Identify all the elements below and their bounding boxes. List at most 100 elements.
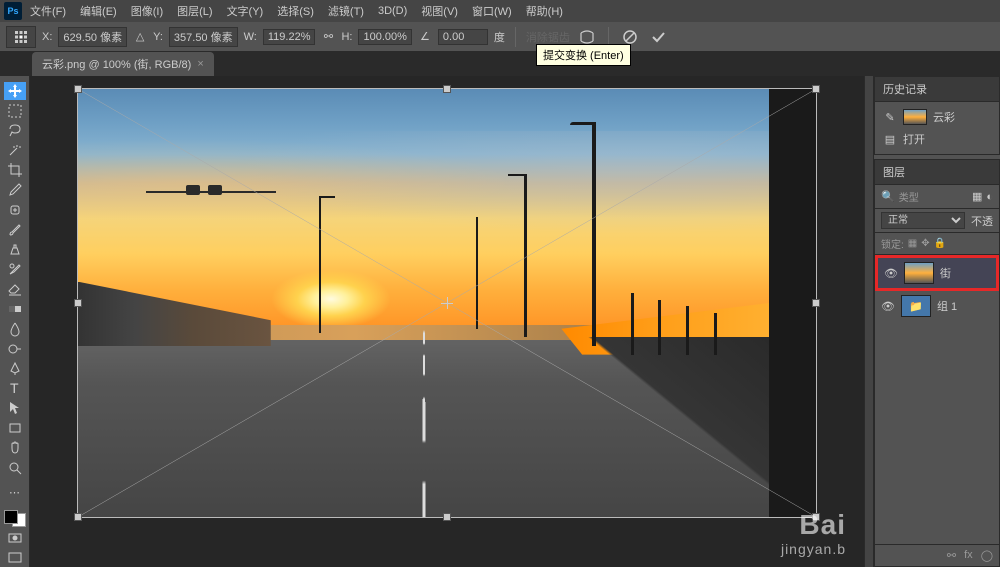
visibility-icon[interactable]: 👁: [881, 300, 895, 313]
menu-layer[interactable]: 图层(L): [171, 1, 218, 21]
blend-mode-select[interactable]: 正常: [881, 212, 965, 229]
history-thumbnail: [903, 109, 927, 125]
angle-value[interactable]: 0.00: [438, 29, 488, 45]
lock-all-icon[interactable]: 🔒: [934, 238, 946, 249]
path-selection-tool[interactable]: [4, 399, 26, 417]
layers-panel-header[interactable]: 图层: [875, 160, 999, 185]
history-label: 打开: [903, 131, 925, 147]
layer-thumbnail[interactable]: [904, 262, 934, 284]
x-label: X:: [42, 31, 52, 43]
canvas-area[interactable]: Bai jingyan.b: [30, 76, 864, 567]
foreground-color[interactable]: [4, 510, 18, 524]
layer-name[interactable]: 街: [940, 265, 951, 281]
menu-help[interactable]: 帮助(H): [520, 1, 569, 21]
triangle-icon[interactable]: △: [133, 30, 147, 44]
layer-kind-label: 类型: [899, 189, 919, 204]
layer-fx-icon[interactable]: fx: [964, 549, 973, 562]
filter-icon[interactable]: 🔍: [881, 190, 895, 203]
app-icon: Ps: [4, 2, 22, 20]
group-icon[interactable]: 📁: [901, 295, 931, 317]
visibility-icon[interactable]: 👁: [884, 267, 898, 280]
menu-file[interactable]: 文件(F): [24, 1, 72, 21]
eyedropper-tool[interactable]: [4, 181, 26, 199]
brush-icon: ✎: [883, 110, 897, 124]
layer-list: 👁 街 👁 📁 组 1: [875, 255, 999, 544]
menu-filter[interactable]: 滤镜(T): [322, 1, 370, 21]
lock-row: 锁定: ▦ ✥ 🔒: [875, 233, 999, 255]
history-brush-tool[interactable]: [4, 260, 26, 278]
menu-edit[interactable]: 编辑(E): [74, 1, 123, 21]
color-swatches[interactable]: [4, 510, 26, 528]
eraser-tool[interactable]: [4, 280, 26, 298]
blend-mode-row: 正常 不透: [875, 209, 999, 233]
watermark: Bai jingyan.b: [781, 509, 846, 557]
svg-text:T: T: [10, 380, 19, 396]
menu-window[interactable]: 窗口(W): [466, 1, 518, 21]
document-tab[interactable]: 云彩.png @ 100% (街, RGB/8) ×: [32, 52, 214, 76]
y-label: Y:: [153, 31, 163, 43]
rectangle-tool[interactable]: [4, 419, 26, 437]
lasso-tool[interactable]: [4, 122, 26, 140]
dodge-tool[interactable]: [4, 340, 26, 358]
crop-tool[interactable]: [4, 161, 26, 179]
canvas-image: [77, 88, 769, 518]
menubar: Ps 文件(F) 编辑(E) 图像(I) 图层(L) 文字(Y) 选择(S) 滤…: [0, 0, 1000, 22]
layers-footer: ⚯ fx ◯: [875, 544, 999, 566]
menu-image[interactable]: 图像(I): [125, 1, 169, 21]
menu-3d[interactable]: 3D(D): [372, 3, 413, 19]
screen-mode[interactable]: [4, 549, 26, 567]
filter-image-icon[interactable]: ▦: [972, 190, 982, 203]
options-bar: X: 629.50 像素 △ Y: 357.50 像素 W: 119.22% ⚯…: [0, 22, 1000, 52]
link-layers-icon[interactable]: ⚯: [947, 549, 956, 562]
transform-reference-point[interactable]: [6, 26, 36, 48]
separator: [515, 27, 516, 47]
toolbox: T ⋯: [0, 76, 30, 567]
workspace: T ⋯: [0, 76, 1000, 567]
transform-handle[interactable]: [812, 299, 820, 307]
link-icon[interactable]: ⚯: [321, 30, 335, 44]
menu-type[interactable]: 文字(Y): [221, 1, 270, 21]
healing-brush-tool[interactable]: [4, 201, 26, 219]
menu-view[interactable]: 视图(V): [415, 1, 464, 21]
transform-handle[interactable]: [812, 85, 820, 93]
filter-adjust-icon[interactable]: ◐: [986, 191, 993, 203]
angle-icon: ∠: [418, 30, 432, 44]
quick-mask-mode[interactable]: [4, 529, 26, 547]
layer-mask-icon[interactable]: ◯: [981, 549, 993, 562]
hand-tool[interactable]: [4, 439, 26, 457]
layer-row[interactable]: 👁 街: [878, 258, 996, 288]
h-value[interactable]: 100.00%: [358, 29, 411, 45]
history-label: 云彩: [933, 109, 955, 125]
h-label: H:: [341, 31, 352, 43]
gradient-tool[interactable]: [4, 300, 26, 318]
collapsed-dock[interactable]: [864, 76, 874, 567]
document-tab-title: 云彩.png @ 100% (街, RGB/8): [42, 56, 191, 72]
commit-transform-button[interactable]: [647, 26, 669, 48]
lock-label: 锁定:: [881, 236, 904, 251]
right-panels: 历史记录 ✎ 云彩 ▤ 打开 图层 🔍 类型 ▦ ◐: [874, 76, 1000, 567]
edit-toolbar[interactable]: ⋯: [4, 484, 26, 502]
layer-name[interactable]: 组 1: [937, 298, 957, 314]
history-step[interactable]: ▤ 打开: [881, 128, 993, 150]
layer-row[interactable]: 👁 📁 组 1: [875, 291, 999, 321]
type-tool[interactable]: T: [4, 379, 26, 397]
brush-tool[interactable]: [4, 221, 26, 239]
magic-wand-tool[interactable]: [4, 141, 26, 159]
blur-tool[interactable]: [4, 320, 26, 338]
lock-position-icon[interactable]: ✥: [921, 238, 929, 249]
lock-pixels-icon[interactable]: ▦: [908, 238, 917, 249]
w-value[interactable]: 119.22%: [263, 29, 316, 45]
layers-filter-row: 🔍 类型 ▦ ◐: [875, 185, 999, 209]
menu-select[interactable]: 选择(S): [271, 1, 320, 21]
history-snapshot[interactable]: ✎ 云彩: [881, 106, 993, 128]
zoom-tool[interactable]: [4, 459, 26, 477]
marquee-tool[interactable]: [4, 102, 26, 120]
move-tool[interactable]: [4, 82, 26, 100]
y-value[interactable]: 357.50 像素: [169, 27, 238, 47]
clone-stamp-tool[interactable]: [4, 241, 26, 259]
pen-tool[interactable]: [4, 360, 26, 378]
x-value[interactable]: 629.50 像素: [58, 27, 127, 47]
history-panel-header[interactable]: 历史记录: [875, 77, 999, 102]
annotation-highlight: 👁 街: [875, 255, 999, 291]
close-icon[interactable]: ×: [197, 58, 203, 70]
